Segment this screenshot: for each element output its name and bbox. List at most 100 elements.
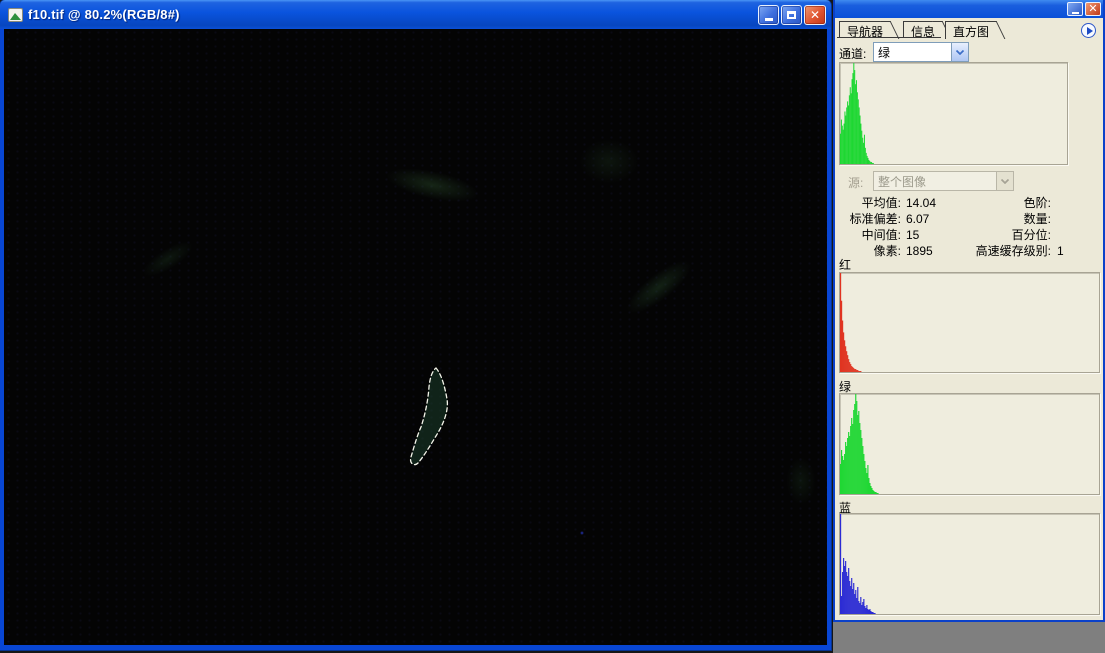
histogram-bar: [877, 493, 879, 494]
histogram-bar: [870, 611, 872, 614]
tab-info[interactable]: 信息: [903, 21, 942, 39]
channel-select-value: 绿: [878, 45, 891, 60]
histogram-bar: [865, 608, 867, 614]
histogram-bar: [863, 134, 865, 164]
source-select-arrow-button: [996, 172, 1013, 190]
stddev-label: 标准偏差:: [849, 212, 901, 226]
histogram-bar: [844, 566, 846, 614]
close-button[interactable]: ✕: [804, 4, 826, 25]
chevron-down-icon: [956, 49, 964, 55]
stat-row-pixels: 像素: 1895 高速缓存级别: 1: [835, 243, 1103, 259]
palette-menu-button[interactable]: [1081, 23, 1096, 38]
histogram-bar: [874, 613, 876, 614]
histogram-bar: [848, 568, 850, 614]
histogram-bar: [872, 612, 874, 614]
histogram-bar: [854, 70, 856, 164]
histogram-bar: [846, 446, 848, 494]
image-canvas[interactable]: [4, 29, 827, 645]
histogram-bar: [851, 366, 853, 372]
histogram-bar: [846, 572, 848, 614]
histogram-bar: [866, 605, 868, 614]
maximize-button[interactable]: [781, 4, 802, 25]
histogram-bar: [845, 346, 847, 372]
cache-level-label: 高速缓存级别:: [975, 244, 1051, 258]
histogram-bar: [842, 129, 844, 164]
channel-select[interactable]: 绿: [873, 42, 969, 62]
main-histogram-chart: [840, 63, 874, 164]
histogram-bar: [848, 432, 850, 494]
blue-histogram-chart: [840, 514, 876, 614]
palette-minimize-button[interactable]: [1067, 2, 1083, 16]
histogram-bar: [872, 162, 874, 164]
histogram-bar: [848, 359, 850, 372]
tab-histogram[interactable]: 直方图: [945, 21, 996, 39]
histogram-statistics: 平均值: 14.04 色阶: 标准偏差: 6.07 数量: 中间值: 15 百分…: [835, 195, 1103, 259]
histogram-bar: [871, 612, 873, 614]
document-titlebar[interactable]: f10.tif @ 80.2%(RGB/8#) ✕: [0, 0, 831, 29]
channel-select-arrow-button[interactable]: [951, 43, 968, 61]
histogram-bar: [861, 605, 863, 614]
red-histogram-chart: [840, 273, 862, 372]
histogram-bar: [843, 332, 845, 372]
histogram-bar: [851, 578, 853, 614]
stat-row-mean: 平均值: 14.04 色阶:: [835, 195, 1103, 211]
histogram-bar: [863, 454, 865, 494]
histogram-bar: [848, 95, 850, 164]
histogram-bar: [871, 488, 873, 494]
histogram-bar: [854, 369, 856, 372]
histogram-bar: [851, 79, 853, 164]
histogram-bar: [876, 493, 878, 494]
histogram-bar: [870, 161, 872, 164]
histogram-bar: [849, 87, 851, 164]
histogram-bar: [841, 450, 843, 494]
green-histogram-frame: [839, 393, 1100, 495]
tab-navigator[interactable]: 导航器: [839, 21, 890, 39]
histogram-bar: [841, 125, 843, 164]
histogram-bar: [854, 404, 856, 494]
tab-histogram-label: 直方图: [953, 25, 990, 39]
histogram-bar: [866, 473, 868, 494]
histogram-bar: [843, 123, 845, 164]
pixels-value: 1895: [906, 244, 933, 258]
histogram-bar: [857, 99, 859, 164]
histogram-bar: [845, 115, 847, 164]
palette-titlebar[interactable]: ✕: [835, 0, 1103, 18]
histogram-bar: [863, 142, 865, 164]
histogram-bar: [840, 133, 842, 164]
histogram-bar: [855, 84, 857, 164]
histogram-bar: [860, 430, 862, 494]
source-label: 源:: [848, 176, 864, 190]
mean-label: 平均值:: [861, 196, 901, 210]
histogram-bar: [847, 105, 850, 164]
histogram-bar: [856, 401, 858, 494]
histogram-bar: [853, 63, 855, 164]
histogram-palette: ✕ 导航器 信息 直方图 通道: 绿 源: 整个图像 平均值: 14.04 色阶…: [833, 0, 1105, 622]
minimize-button[interactable]: [758, 4, 779, 25]
red-channel-label: 红: [839, 258, 852, 272]
close-icon: ✕: [809, 7, 821, 22]
histogram-bar: [871, 161, 873, 164]
histogram-bar: [872, 490, 874, 494]
palette-close-button[interactable]: ✕: [1085, 2, 1101, 16]
level-label: 色阶:: [1023, 196, 1051, 210]
histogram-bar: [857, 415, 859, 494]
histogram-bar: [849, 362, 851, 372]
histogram-bar: [840, 514, 842, 614]
histogram-bar: [869, 160, 871, 164]
histogram-bar: [856, 370, 858, 372]
document-window: f10.tif @ 80.2%(RGB/8#) ✕: [0, 0, 831, 650]
histogram-bar: [841, 596, 843, 614]
document-title: f10.tif @ 80.2%(RGB/8#): [28, 7, 180, 22]
median-label: 中间值:: [861, 228, 901, 242]
chevron-down-icon: [1001, 178, 1009, 184]
histogram-bar: [871, 162, 873, 164]
histogram-bar: [842, 320, 844, 372]
histogram-bar: [864, 461, 866, 494]
histogram-bar: [865, 468, 867, 494]
minimize-icon: [764, 17, 773, 21]
histogram-bar: [855, 394, 857, 494]
histogram-bar: [845, 561, 847, 614]
histogram-bar: [852, 73, 854, 164]
histogram-bar: [857, 370, 859, 372]
histogram-bar: [862, 602, 864, 614]
